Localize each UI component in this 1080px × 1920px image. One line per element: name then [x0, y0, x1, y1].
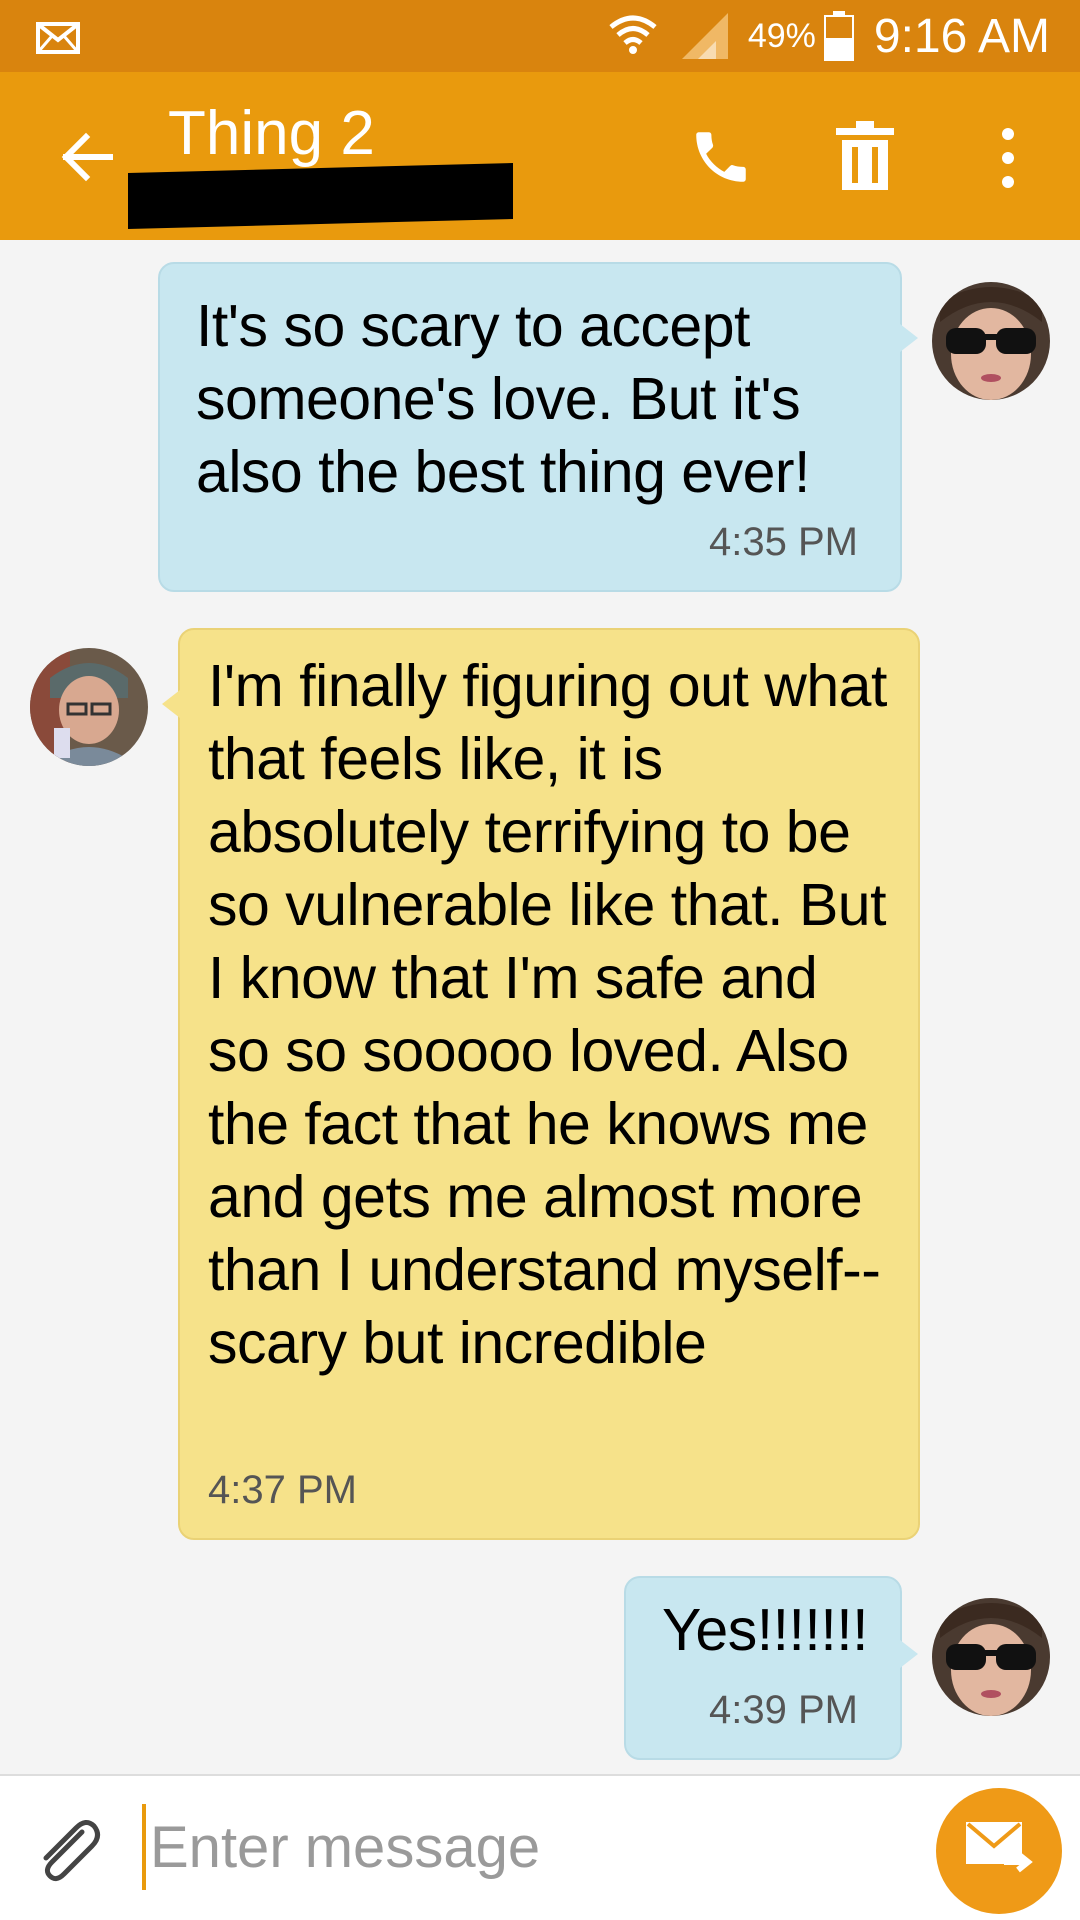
- contact-name: Thing 2: [168, 99, 375, 168]
- battery-icon: [823, 11, 854, 61]
- more-vert-icon[interactable]: [990, 120, 1026, 196]
- status-bar: 49% 9:16 AM: [0, 0, 1080, 72]
- avatar[interactable]: [932, 1598, 1050, 1716]
- message-time: 4:35 PM: [709, 520, 858, 564]
- send-button[interactable]: [936, 1788, 1062, 1914]
- message-time: 4:37 PM: [208, 1468, 357, 1512]
- bubble-tail: [900, 1640, 918, 1668]
- message-bubble-outgoing[interactable]: Yes!!!!!!! 4:39 PM: [624, 1576, 918, 1760]
- message-bubble-incoming[interactable]: I'm finally figuring out what that feels…: [162, 628, 920, 1540]
- bubble-tail: [900, 324, 918, 352]
- trash-icon[interactable]: [834, 120, 896, 192]
- message-text: I'm finally figuring out what that feels…: [208, 653, 887, 1376]
- battery-percent: 49%: [747, 16, 816, 55]
- message-bubble-outgoing[interactable]: It's so scary to accept someone's love. …: [158, 262, 918, 592]
- redaction-bar: [128, 162, 513, 230]
- bubble-tail: [162, 690, 180, 718]
- message-time: 4:39 PM: [709, 1688, 858, 1732]
- message-composer: [0, 1774, 1080, 1920]
- conversation-header: Thing 2: [0, 72, 1080, 240]
- signal-icon: [680, 11, 730, 61]
- message-text: Yes!!!!!!!: [662, 1597, 869, 1663]
- avatar[interactable]: [30, 648, 148, 766]
- avatar[interactable]: [932, 282, 1050, 400]
- conversation-thread[interactable]: It's so scary to accept someone's love. …: [0, 240, 1080, 1774]
- clock: 9:16 AM: [873, 9, 1050, 63]
- message-input[interactable]: [142, 1804, 912, 1890]
- wifi-icon: [608, 13, 658, 59]
- send-mail-icon: [966, 1822, 1033, 1873]
- back-arrow-icon[interactable]: [52, 122, 122, 192]
- phone-icon[interactable]: [688, 124, 754, 190]
- paperclip-icon[interactable]: [30, 1814, 104, 1888]
- message-text: It's so scary to accept someone's love. …: [196, 293, 810, 505]
- mail-icon: [36, 22, 80, 59]
